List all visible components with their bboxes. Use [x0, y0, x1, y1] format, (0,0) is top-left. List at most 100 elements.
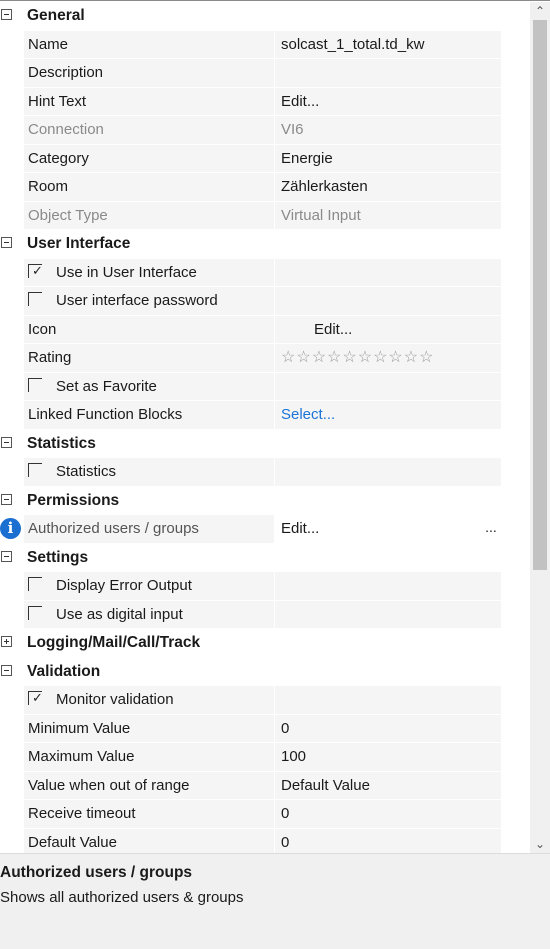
collapse-icon[interactable]	[1, 237, 12, 248]
hint-text-edit-button[interactable]: Edit...	[275, 87, 501, 115]
description-title: Authorized users / groups	[0, 864, 193, 881]
category-user-interface[interactable]: User Interface	[0, 230, 530, 259]
property-label-cell: Statistics	[24, 458, 274, 486]
property-grid: General Name solcast_1_total.td_kw Descr…	[0, 2, 530, 853]
property-row-room[interactable]: Room Zählerkasten	[0, 173, 530, 202]
description-field[interactable]	[275, 59, 501, 87]
statistics-checkbox[interactable]	[28, 463, 42, 477]
property-row-favorite[interactable]: Set as Favorite	[0, 372, 530, 402]
info-icon: i	[0, 518, 21, 539]
object-type-value: Virtual Input	[275, 201, 501, 229]
star-icons[interactable]: ☆☆☆☆☆☆☆☆☆☆	[281, 349, 434, 366]
checkbox-label: Display Error Output	[56, 577, 192, 594]
checkbox-label: Statistics	[56, 463, 117, 480]
property-row-hint-text[interactable]: Hint Text Edit...	[0, 87, 530, 117]
category-select[interactable]: Energie	[275, 144, 501, 172]
property-row-rating[interactable]: Rating ☆☆☆☆☆☆☆☆☆☆	[0, 344, 530, 373]
min-value-field[interactable]: 0	[275, 714, 501, 742]
property-label-cell: ✓ Monitor validation	[24, 686, 274, 714]
property-label: Room	[24, 173, 274, 201]
description-panel: Authorized users / groups Shows all auth…	[0, 853, 550, 949]
scrollbar-thumb[interactable]	[533, 20, 547, 570]
property-label: Linked Function Blocks	[24, 401, 274, 429]
category-validation[interactable]: Validation	[0, 658, 530, 687]
category-title: User Interface	[27, 235, 131, 252]
linked-blocks-select-link[interactable]: Select...	[275, 401, 501, 429]
default-value-field[interactable]: 0	[275, 828, 501, 853]
property-label-cell: Display Error Output	[24, 572, 274, 600]
property-row-error-output[interactable]: Display Error Output	[0, 572, 530, 601]
connection-value: VI6	[275, 116, 501, 144]
category-logging[interactable]: Logging/Mail/Call/Track	[0, 629, 530, 658]
category-statistics[interactable]: Statistics	[0, 430, 530, 459]
property-row-receive-timeout[interactable]: Receive timeout 0	[0, 800, 530, 829]
category-title: Settings	[27, 548, 89, 566]
ui-password-checkbox[interactable]	[28, 292, 42, 306]
property-label: Connection	[24, 116, 274, 144]
property-label: Value when out of range	[24, 771, 274, 799]
checkbox-label: Monitor validation	[56, 691, 174, 708]
collapse-icon[interactable]	[1, 664, 12, 676]
category-title: Validation	[27, 662, 101, 680]
property-label-cell: Set as Favorite	[24, 372, 274, 400]
use-in-ui-checkbox[interactable]: ✓	[28, 263, 43, 278]
property-row-statistics[interactable]: Statistics	[0, 458, 530, 487]
property-row-max-value[interactable]: Maximum Value 100	[0, 743, 530, 772]
property-row-name[interactable]: Name solcast_1_total.td_kw	[0, 30, 530, 60]
property-label: Rating	[24, 344, 274, 372]
favorite-checkbox[interactable]	[28, 377, 42, 392]
collapse-icon[interactable]	[1, 9, 12, 20]
empty-value	[275, 572, 501, 600]
property-row-default-value[interactable]: Default Value 0	[0, 828, 530, 853]
check-icon: ✓	[32, 690, 43, 705]
property-label: Category	[24, 144, 274, 172]
property-row-category[interactable]: Category Energie	[0, 144, 530, 174]
max-value-field[interactable]: 100	[275, 743, 501, 771]
empty-value	[275, 686, 501, 714]
property-row-icon[interactable]: Icon Edit...	[0, 315, 530, 345]
expand-icon[interactable]	[1, 636, 12, 647]
category-settings[interactable]: Settings	[0, 544, 530, 573]
ellipsis-button[interactable]: ...	[480, 515, 502, 543]
property-label: Receive timeout	[24, 800, 274, 828]
vertical-scrollbar[interactable]: ⌃ ⌄	[530, 2, 550, 853]
collapse-icon[interactable]	[1, 550, 12, 562]
property-row-digital-input[interactable]: Use as digital input	[0, 600, 530, 630]
property-label: Icon	[24, 315, 274, 343]
receive-timeout-field[interactable]: 0	[275, 800, 501, 828]
category-title: Statistics	[27, 434, 96, 452]
scroll-down-icon[interactable]: ⌄	[530, 835, 550, 853]
property-label: Authorized users / groups	[24, 515, 274, 543]
name-field[interactable]: solcast_1_total.td_kw	[275, 30, 501, 58]
property-row-ui-password[interactable]: User interface password	[0, 287, 530, 316]
category-title: Permissions	[27, 491, 120, 509]
property-row-linked-blocks[interactable]: Linked Function Blocks Select...	[0, 401, 530, 430]
empty-value	[275, 600, 501, 628]
property-row-connection: Connection VI6	[0, 116, 530, 145]
property-row-monitor-validation[interactable]: ✓ Monitor validation	[0, 686, 530, 715]
scroll-up-icon[interactable]: ⌃	[530, 2, 550, 20]
monitor-validation-checkbox[interactable]: ✓	[28, 690, 43, 705]
digital-input-checkbox[interactable]	[28, 605, 42, 620]
property-row-min-value[interactable]: Minimum Value 0	[0, 714, 530, 744]
category-permissions[interactable]: Permissions	[0, 487, 530, 516]
collapse-icon[interactable]	[1, 436, 12, 448]
collapse-icon[interactable]	[1, 493, 12, 505]
room-select[interactable]: Zählerkasten	[275, 173, 501, 201]
out-of-range-select[interactable]: Default Value	[275, 771, 501, 799]
property-label: Description	[24, 59, 274, 87]
error-output-checkbox[interactable]	[28, 577, 42, 591]
property-row-object-type: Object Type Virtual Input	[0, 201, 530, 231]
property-row-authorized-users[interactable]: i Authorized users / groups Edit... ...	[0, 515, 530, 544]
category-general[interactable]: General	[0, 2, 530, 31]
property-row-use-in-ui[interactable]: ✓ Use in User Interface	[0, 258, 530, 288]
property-row-description[interactable]: Description	[0, 59, 530, 88]
icon-edit-button[interactable]: Edit...	[275, 315, 501, 343]
property-label-cell: ✓ Use in User Interface	[24, 258, 274, 286]
property-row-out-of-range[interactable]: Value when out of range Default Value	[0, 771, 530, 801]
empty-value	[275, 372, 501, 400]
category-title: General	[27, 7, 85, 24]
category-title: Logging/Mail/Call/Track	[27, 634, 201, 651]
authorized-users-edit-button[interactable]: Edit...	[275, 515, 480, 543]
rating-control[interactable]: ☆☆☆☆☆☆☆☆☆☆	[275, 344, 501, 372]
